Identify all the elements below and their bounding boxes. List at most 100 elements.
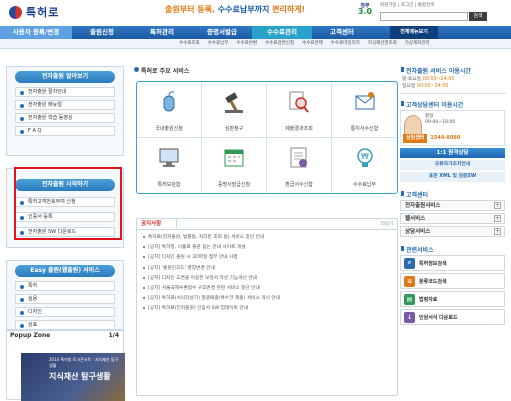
easy-item-patent[interactable]: 특허	[15, 281, 115, 291]
nav-all-menu[interactable]: 전체메뉴보기	[390, 26, 438, 39]
notice-tab[interactable]: 공지사항	[137, 219, 177, 229]
service-label: 심판청구	[224, 125, 244, 132]
search-button[interactable]: 검색	[469, 12, 487, 21]
learn-item[interactable]: 전자출원 학습 동영상	[15, 113, 115, 123]
calendar-icon	[224, 149, 244, 166]
subnav-item[interactable]: 수수료납부	[204, 39, 233, 48]
svc-label: 특허정보검색	[419, 260, 447, 267]
notice-item[interactable]: [공지] 디자인 도면을 이용한 보정서 작성 기능개선 안내	[143, 275, 280, 285]
nav-fee-manage[interactable]: 수수료관리	[252, 26, 312, 39]
learn-box-title: 전자출원 알아보기	[15, 71, 115, 83]
subnav-item[interactable]: 지식재산권조회	[364, 39, 401, 48]
nav-user-register[interactable]: 사용자 등록/변경	[0, 26, 72, 39]
service-label: 수수료납부	[352, 182, 376, 188]
service-patent-storage[interactable]: 특허보관함	[137, 137, 202, 193]
hours-time: 00:00~24:00	[416, 84, 449, 89]
notice-item[interactable]: [공지] '출원인코드' 명칭변경 안내	[143, 265, 280, 275]
notice-item[interactable]: [공지] 디자인 출원 시 3D파일 첨부 안내 사항	[143, 254, 280, 264]
call-center-title: 고객상담센터 이용시간	[400, 100, 505, 110]
expand-icon[interactable]: +	[494, 202, 501, 209]
nav-customer-center[interactable]: 고객센터	[312, 26, 372, 39]
search-input[interactable]	[380, 12, 468, 21]
service-label: 특허보관함	[157, 182, 181, 188]
remote-support-button[interactable]: 1:1 원격상담	[400, 148, 505, 158]
service-certificate-request[interactable]: 증명서발급신청	[202, 137, 267, 193]
main-nav: 사용자 등록/변경 출원신청 특허관리 증명서발급 수수료관리 고객센터 전체메…	[0, 26, 511, 39]
service-label: 증명서발급신청	[217, 182, 251, 188]
gov-badge-version: 3.0	[357, 7, 373, 16]
call-hours: 평일 09:00~18:00	[425, 114, 455, 126]
service-domestic-filing[interactable]: 국내출원신청	[137, 82, 202, 138]
popup-pager[interactable]: 1/4	[108, 331, 119, 341]
popup-header: Popup Zone 1/4	[7, 331, 123, 341]
expand-icon[interactable]: +	[494, 228, 501, 235]
learn-item[interactable]: 전자출원 절차안내	[15, 87, 115, 97]
error-fix-button[interactable]: 오류자가조치안내	[400, 160, 505, 170]
svc-label: 분류코드검색	[419, 278, 447, 285]
expand-icon[interactable]: +	[494, 215, 501, 222]
menu-label: 상담서비스	[405, 229, 431, 235]
subnav-item[interactable]: 가상계좌관리	[401, 39, 434, 48]
subnav-item[interactable]: 수수료감면신청	[261, 39, 298, 48]
top-links[interactable]: 회원가입 | 로그인 | 통합검색	[380, 2, 434, 8]
receipt-icon	[290, 147, 307, 167]
subnav-item[interactable]: 수수료반환	[232, 39, 261, 48]
hours-label: 일요일	[402, 84, 416, 89]
related-class-search[interactable]: ≡ 분류코드검색	[400, 273, 505, 289]
related-patent-search[interactable]: ⌕ 특허정보검색	[400, 255, 505, 271]
gov3-badge: 정부 3.0	[352, 3, 378, 20]
search-icon: ⌕	[404, 257, 415, 269]
service-trial-request[interactable]: 심판청구	[202, 82, 267, 138]
logo[interactable]: 특허로	[8, 4, 59, 20]
kipo-emblem-icon	[8, 4, 23, 20]
notice-item[interactable]: [공지] 서울국제우편접수 구조변경 관련 서비스 중단 안내	[143, 285, 280, 295]
easy-item-trademark[interactable]: 상표	[15, 320, 115, 330]
customer-menu-consult[interactable]: 상담서비스 +	[400, 226, 505, 237]
easy-item-design[interactable]: 디자인	[15, 307, 115, 317]
nav-filing[interactable]: 출원신청	[72, 26, 132, 39]
learn-box: 전자출원 알아보기 전자출원 절차안내 전자출원 매뉴얼 전자출원 학습 동영상…	[6, 66, 124, 156]
notice-list: 특허로(전자출원, 법률등, 처리문 조회 등) 서비스 중단 안내 [공지] …	[143, 234, 280, 316]
slogan-pre: 출원부터 등록,	[165, 5, 218, 14]
customer-menu-e-filing[interactable]: 전자출원서비스 +	[400, 200, 505, 211]
popup-banner[interactable]: 2014 특허청 토크콘서트 · 지식재산 탐구생활 지식재산 탐구생활	[21, 353, 125, 401]
subnav-item[interactable]: 수수료면제	[298, 39, 327, 48]
magnifier-doc-icon	[289, 91, 309, 113]
subnav-item[interactable]: 수수료마일리지	[327, 39, 364, 48]
hours-time: 00:00~24:00	[422, 77, 455, 82]
gavel-icon	[225, 92, 243, 113]
book-icon: ▤	[404, 293, 415, 305]
xml-sw-button[interactable]: 표준 XML 및 검증SW	[400, 172, 505, 182]
hours-row: 평·토요일 00:00~24:00	[402, 76, 505, 83]
customer-menu-web[interactable]: 웹서비스 +	[400, 213, 505, 224]
highlight-box	[14, 167, 122, 240]
svc-label: 법령자료	[419, 296, 438, 303]
service-refund-inbox[interactable]: 환급서수신함	[267, 137, 332, 193]
notice-item[interactable]: [공지] 특허로(서식작성기) 일괄때출(복수건 제출) 서비스 개시 안내	[143, 295, 280, 305]
related-law[interactable]: ▤ 법령자료	[400, 291, 505, 307]
download-icon: ↓	[404, 311, 415, 323]
mouse-icon	[163, 91, 175, 112]
svg-text:₩: ₩	[361, 152, 369, 161]
popup-zone: Popup Zone 1/4 2014 특허청 토크콘서트 · 지식재산 탐구생…	[6, 330, 125, 401]
subnav-item[interactable]: 수수료조회	[175, 39, 204, 48]
svc-label: 인원서식 다운로드	[419, 314, 458, 321]
service-submit-result[interactable]: 제출결과조회	[267, 82, 332, 138]
easy-item-utility[interactable]: 실용	[15, 294, 115, 304]
service-fee-payment[interactable]: ₩ 수수료납부	[332, 138, 397, 194]
hours-row: 일요일 00:00~24:00	[402, 83, 505, 90]
center-column: 특허로 주요 서비스 국내출원신청 심판청구 제출결과조회 통지서수신함 특허보…	[132, 66, 398, 396]
learn-item[interactable]: F A Q	[15, 126, 115, 136]
service-notice-inbox[interactable]: 통지서수신함	[332, 82, 397, 138]
notice-item[interactable]: [공지] 특허로(전자출원) 인증서 SW 업데이트 안내	[143, 305, 280, 315]
notice-item[interactable]: [공지] 특허청, 나홀로 출원 돕는 안내 사이트 개설	[143, 244, 280, 254]
nav-certificate[interactable]: 증명서발급	[192, 26, 252, 39]
customer-center-title: 고객센터	[400, 190, 505, 200]
learn-item[interactable]: 전자출원 매뉴얼	[15, 100, 115, 110]
related-forms[interactable]: ↓ 인원서식 다운로드	[400, 309, 505, 325]
notice-more-link[interactable]: 더보기	[381, 221, 393, 227]
monitor-icon	[159, 148, 179, 167]
envelope-icon	[355, 92, 374, 110]
notice-item[interactable]: 특허로(전자출원, 법률등, 처리문 조회 등) 서비스 중단 안내	[143, 234, 280, 244]
nav-patent-manage[interactable]: 특허관리	[132, 26, 192, 39]
